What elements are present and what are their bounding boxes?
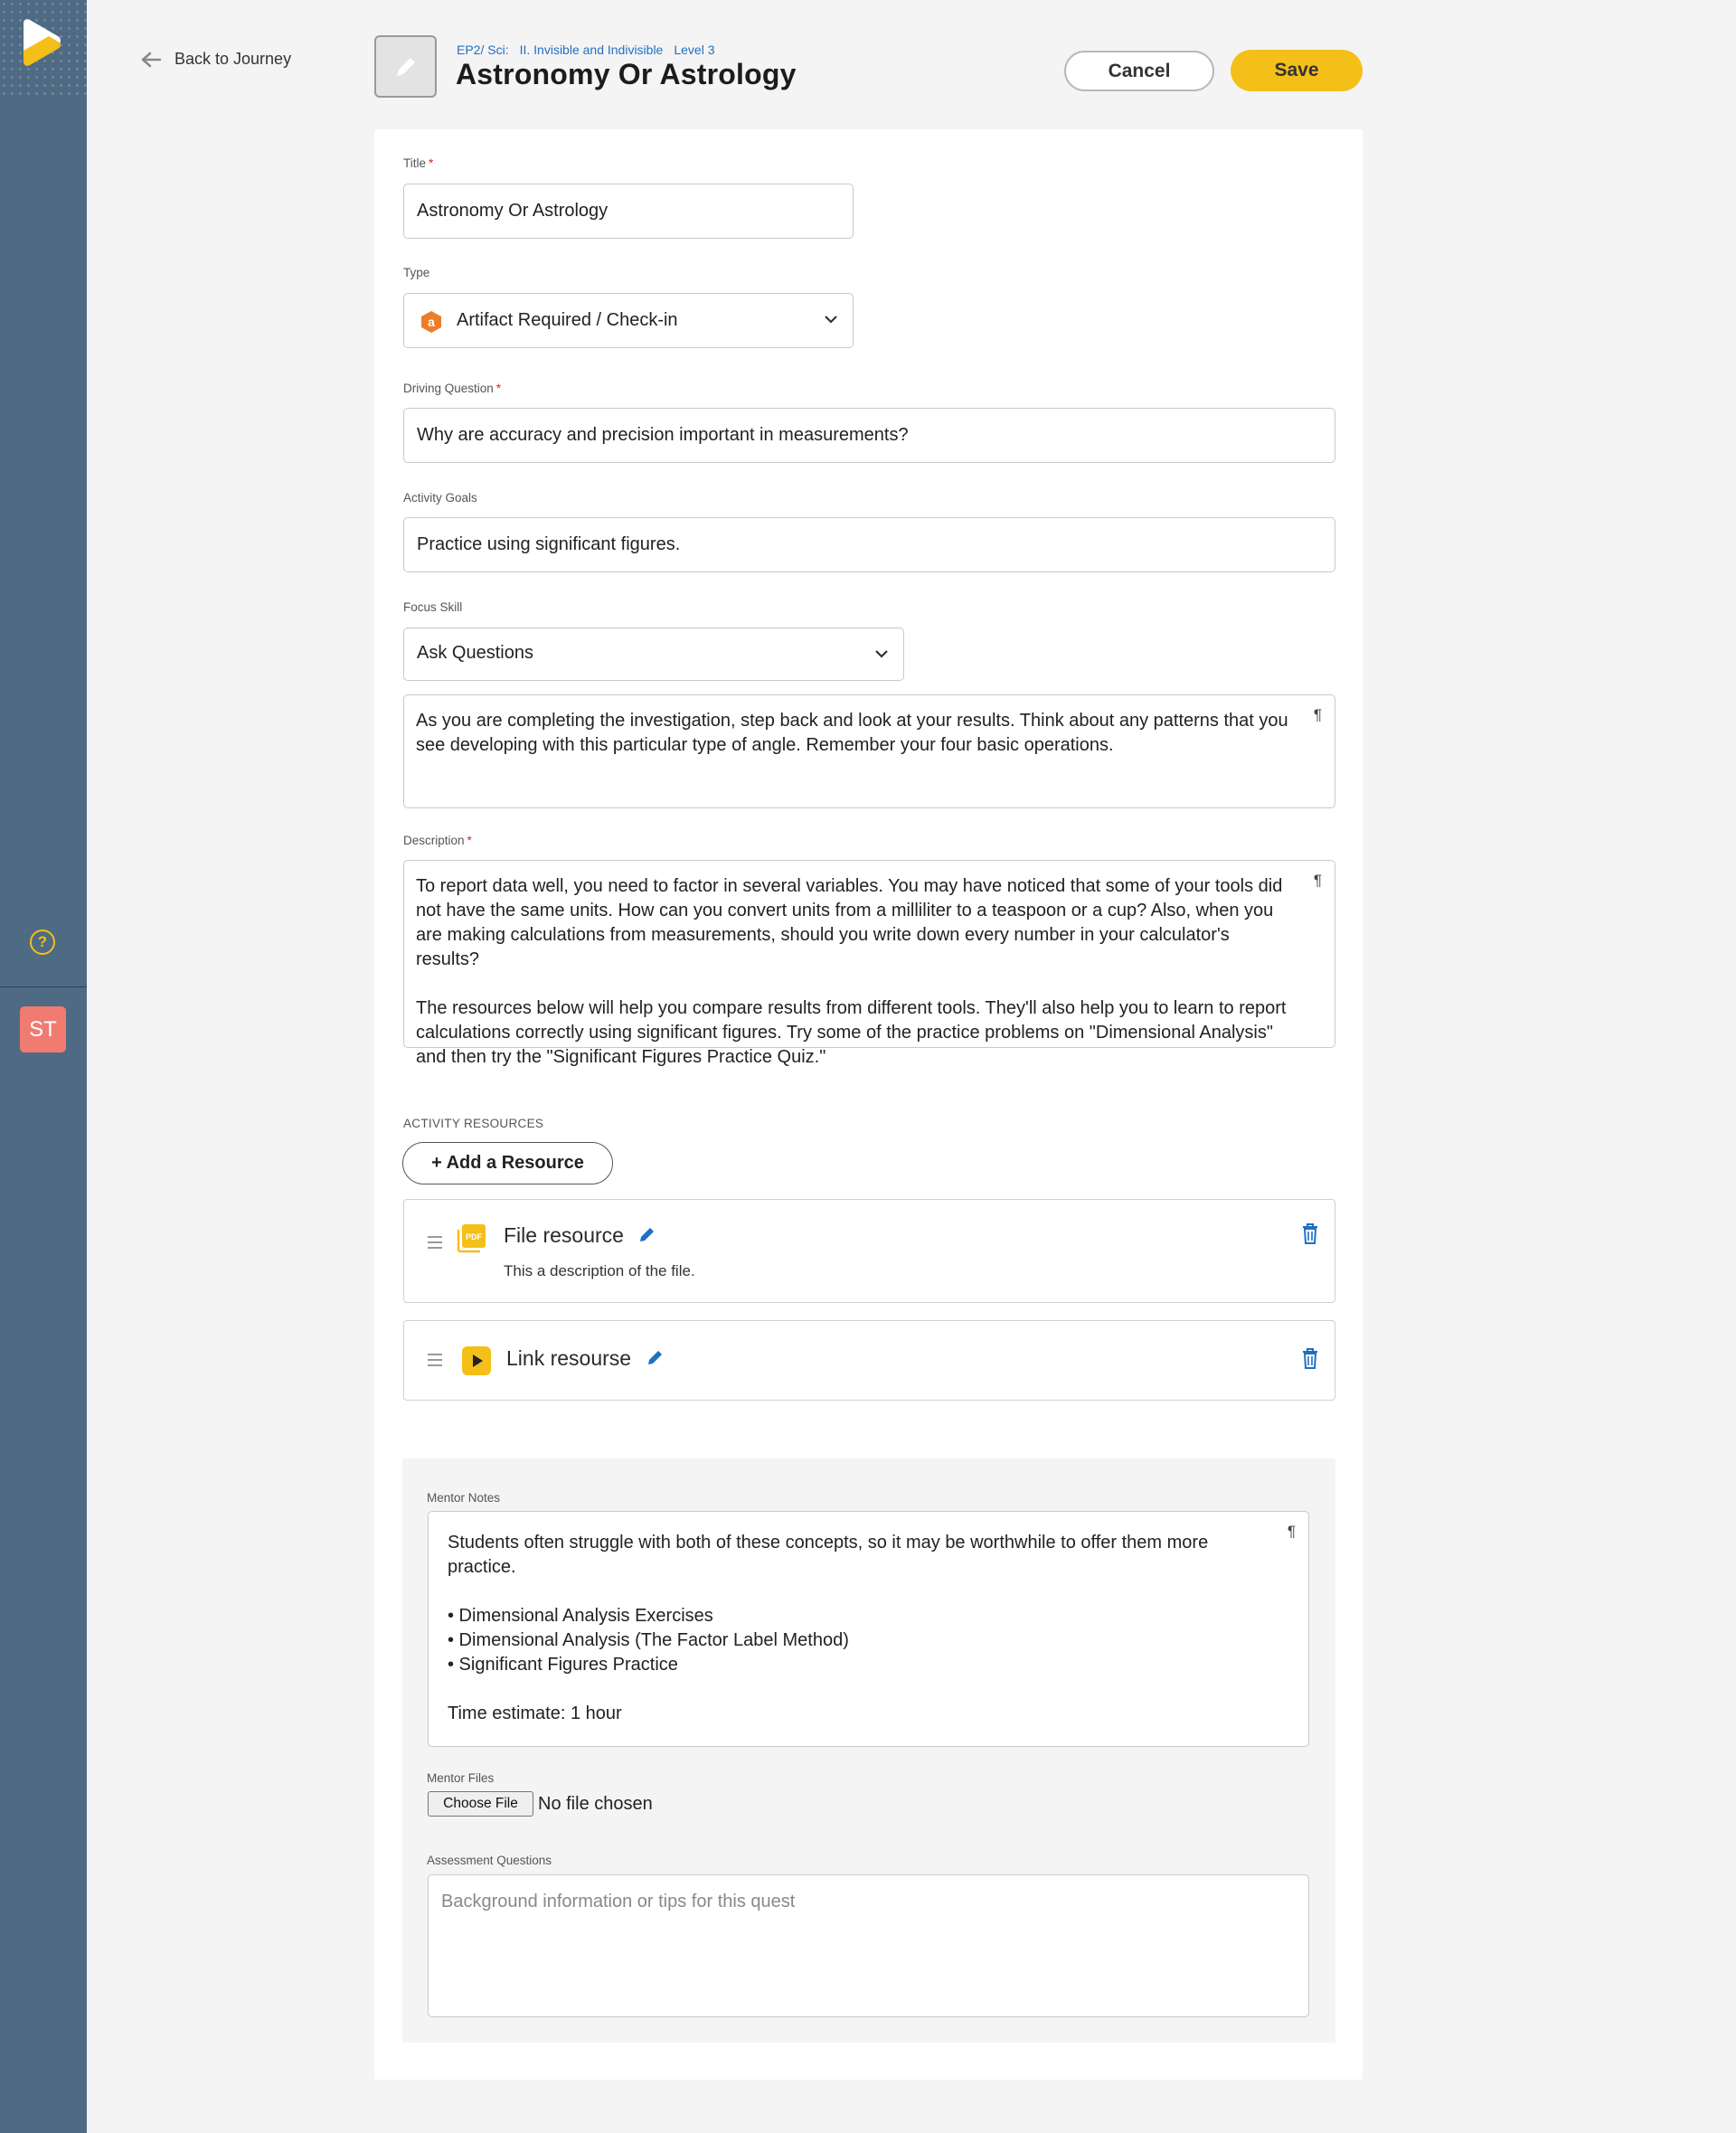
activity-form-card: Title * Astronomy Or Astrology Type a Art… [374,129,1363,2080]
activity-goals-input[interactable]: Practice using significant figures. [403,517,1335,572]
title-input-value: Astronomy Or Astrology [417,201,609,221]
driving-question-input[interactable]: Why are accuracy and precision important… [403,408,1335,463]
pdf-file-icon: PDF [457,1224,486,1253]
type-select[interactable]: a Artifact Required / Check-in [403,293,854,348]
breadcrumb-level[interactable]: Level 3 [674,42,714,57]
focus-skill-value: Ask Questions [417,643,533,663]
activity-goals-label: Activity Goals [403,491,477,505]
type-select-value: Artifact Required / Check-in [457,310,678,330]
sidebar-divider [0,986,87,987]
mentor-notes-text: Students often struggle with both of the… [448,1531,1272,1726]
app-logo[interactable] [18,18,63,69]
activity-image-edit-tile[interactable] [374,35,437,98]
resource-title: Link resourse [506,1346,632,1370]
mentor-notes-list-item: • Dimensional Analysis (The Factor Label… [448,1630,849,1650]
activity-resources-label: ACTIVITY RESOURCES [403,1117,544,1130]
back-to-journey-link[interactable]: Back to Journey [140,50,291,69]
assessment-questions-input[interactable]: Background information or tips for this … [428,1874,1309,2017]
title-input[interactable]: Astronomy Or Astrology [403,184,854,239]
driving-question-label: Driving Question * [403,382,502,395]
description-paragraph: To report data well, you need to factor … [416,876,1283,969]
focus-skill-label: Focus Skill [403,600,463,614]
assessment-questions-label: Assessment Questions [427,1854,552,1867]
save-button[interactable]: Save [1231,50,1363,91]
breadcrumb: EP2/ Sci: II. Invisible and Indivisible … [457,42,715,57]
focus-skill-note-editor[interactable]: As you are completing the investigation,… [403,694,1335,808]
mentor-notes-list-item: • Significant Figures Practice [448,1655,678,1675]
no-file-chosen-text: No file chosen [538,1794,653,1814]
back-link-label: Back to Journey [175,50,292,68]
breadcrumb-path[interactable]: EP2/ Sci: [457,42,509,57]
time-estimate: Time estimate: 1 hour [448,1704,622,1723]
resource-item-file[interactable]: PDF File resource This a description of … [403,1199,1335,1303]
add-resource-button[interactable]: + Add a Resource [402,1142,613,1184]
svg-text:PDF: PDF [466,1232,483,1241]
trash-icon[interactable] [1300,1346,1320,1370]
breadcrumb-section[interactable]: II. Invisible and Indivisible [520,42,664,57]
play-video-icon [462,1346,491,1375]
cancel-button[interactable]: Cancel [1064,51,1214,91]
focus-skill-select[interactable]: Ask Questions [403,628,904,681]
type-label: Type [403,266,430,279]
edit-pencil-icon[interactable] [638,1225,656,1243]
mentor-notes-list-item: • Dimensional Analysis Exercises [448,1606,713,1626]
chevron-down-icon [825,316,837,324]
mentor-files-label: Mentor Files [427,1771,495,1785]
help-icon[interactable]: ? [30,930,55,955]
edit-pencil-icon[interactable] [646,1348,665,1366]
description-editor[interactable]: To report data well, you need to factor … [403,860,1335,1067]
mentor-notes-label: Mentor Notes [427,1491,501,1505]
resource-description: This a description of the file. [504,1262,695,1279]
paragraph-format-icon[interactable]: ¶ [1314,706,1322,724]
paragraph-format-icon[interactable]: ¶ [1314,872,1322,890]
artifact-hexagon-icon: a [421,311,441,333]
arrow-left-icon [141,52,162,67]
driving-question-value: Why are accuracy and precision important… [417,425,909,445]
sidebar: ? ST [0,0,87,2133]
focus-skill-note-text: As you are completing the investigation,… [416,711,1288,755]
user-avatar[interactable]: ST [20,1006,66,1052]
activity-goals-value: Practice using significant figures. [417,534,681,554]
chevron-down-icon [875,650,888,658]
resource-item-link[interactable]: Link resourse [403,1320,1335,1401]
description-label: Description * [403,834,472,847]
page-title: Astronomy Or Astrology [456,58,797,90]
svg-text:a: a [428,315,435,329]
description-text: To report data well, you need to factor … [416,874,1291,1070]
choose-file-button[interactable]: Choose File [428,1791,533,1817]
assessment-placeholder: Background information or tips for this … [441,1892,796,1911]
drag-handle-icon[interactable] [428,1236,442,1252]
paragraph-format-icon[interactable]: ¶ [1288,1523,1296,1541]
title-label: Title * [403,156,434,170]
mentor-notes-intro: Students often struggle with both of the… [448,1533,1209,1577]
drag-handle-icon[interactable] [428,1354,442,1370]
pencil-icon [396,57,415,76]
mentor-section: Mentor Notes Students often struggle wit… [402,1458,1335,2043]
description-paragraph: The resources below will help you compar… [416,998,1287,1067]
trash-icon[interactable] [1300,1222,1320,1245]
resource-title: File resource [504,1223,624,1247]
mentor-notes-editor[interactable]: Students often struggle with both of the… [428,1511,1309,1747]
